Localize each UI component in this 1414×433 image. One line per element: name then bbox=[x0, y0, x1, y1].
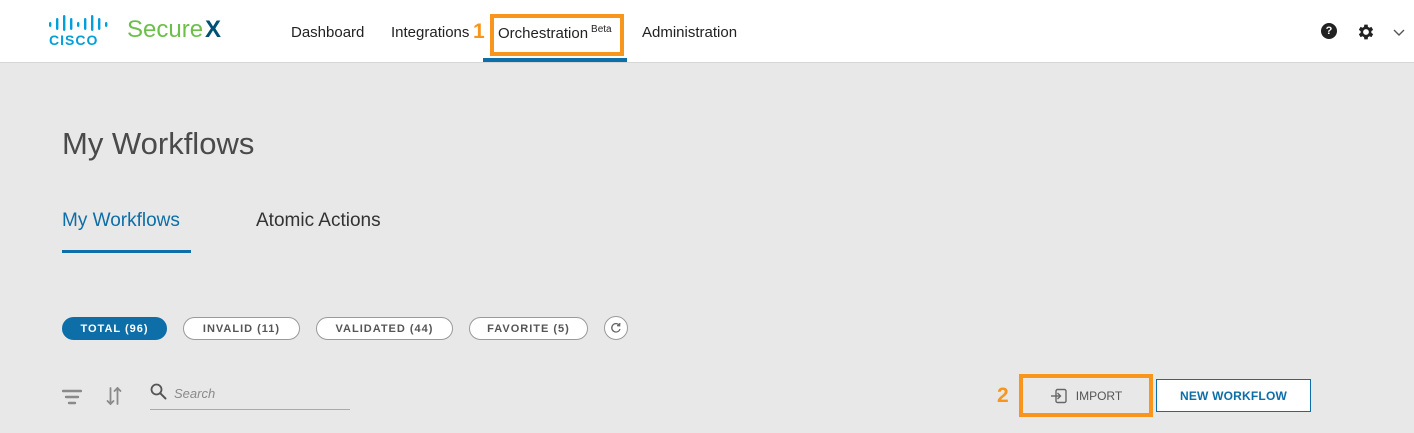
product-name[interactable]: SecureX bbox=[127, 16, 221, 44]
product-label: Secure bbox=[127, 16, 204, 43]
cisco-wordmark: CISCO bbox=[49, 32, 99, 48]
tab-active-indicator bbox=[62, 250, 191, 253]
refresh-button[interactable] bbox=[604, 316, 628, 340]
import-icon bbox=[1050, 388, 1067, 403]
annotation-number-1: 1 bbox=[473, 20, 485, 43]
nav-integrations[interactable]: Integrations bbox=[391, 24, 469, 41]
search-input[interactable] bbox=[174, 381, 348, 405]
top-nav-bar: CISCO SecureX Dashboard Integrations Orc… bbox=[0, 0, 1414, 63]
help-icon[interactable]: ? bbox=[1321, 23, 1337, 39]
page-title: My Workflows bbox=[62, 126, 255, 161]
filter-favorite[interactable]: FAVORITE (5) bbox=[469, 317, 588, 340]
refresh-icon bbox=[611, 322, 621, 333]
chevron-down-icon[interactable] bbox=[1392, 25, 1406, 39]
nav-dashboard[interactable]: Dashboard bbox=[291, 24, 364, 41]
annotation-box-orchestration bbox=[490, 14, 624, 56]
nav-active-indicator bbox=[483, 58, 627, 62]
tab-my-workflows[interactable]: My Workflows bbox=[62, 210, 180, 232]
filter-validated[interactable]: VALIDATED (44) bbox=[316, 317, 453, 340]
filter-invalid[interactable]: INVALID (11) bbox=[183, 317, 300, 340]
cisco-logo[interactable]: CISCO bbox=[47, 15, 111, 49]
search-box bbox=[150, 380, 350, 410]
filter-icon[interactable] bbox=[62, 388, 82, 406]
import-button-label: IMPORT bbox=[1075, 388, 1123, 403]
search-icon bbox=[150, 383, 167, 400]
sort-icon[interactable] bbox=[106, 386, 122, 406]
gear-icon[interactable] bbox=[1356, 22, 1376, 42]
tab-atomic-actions[interactable]: Atomic Actions bbox=[256, 210, 381, 232]
annotation-number-2: 2 bbox=[997, 384, 1009, 407]
filter-total[interactable]: TOTAL (96) bbox=[62, 317, 167, 340]
import-button[interactable]: IMPORT bbox=[1026, 380, 1146, 411]
product-mark: X bbox=[205, 16, 222, 43]
cisco-bars-icon bbox=[49, 15, 108, 31]
nav-administration[interactable]: Administration bbox=[642, 24, 737, 41]
new-workflow-button[interactable]: NEW WORKFLOW bbox=[1156, 379, 1311, 412]
